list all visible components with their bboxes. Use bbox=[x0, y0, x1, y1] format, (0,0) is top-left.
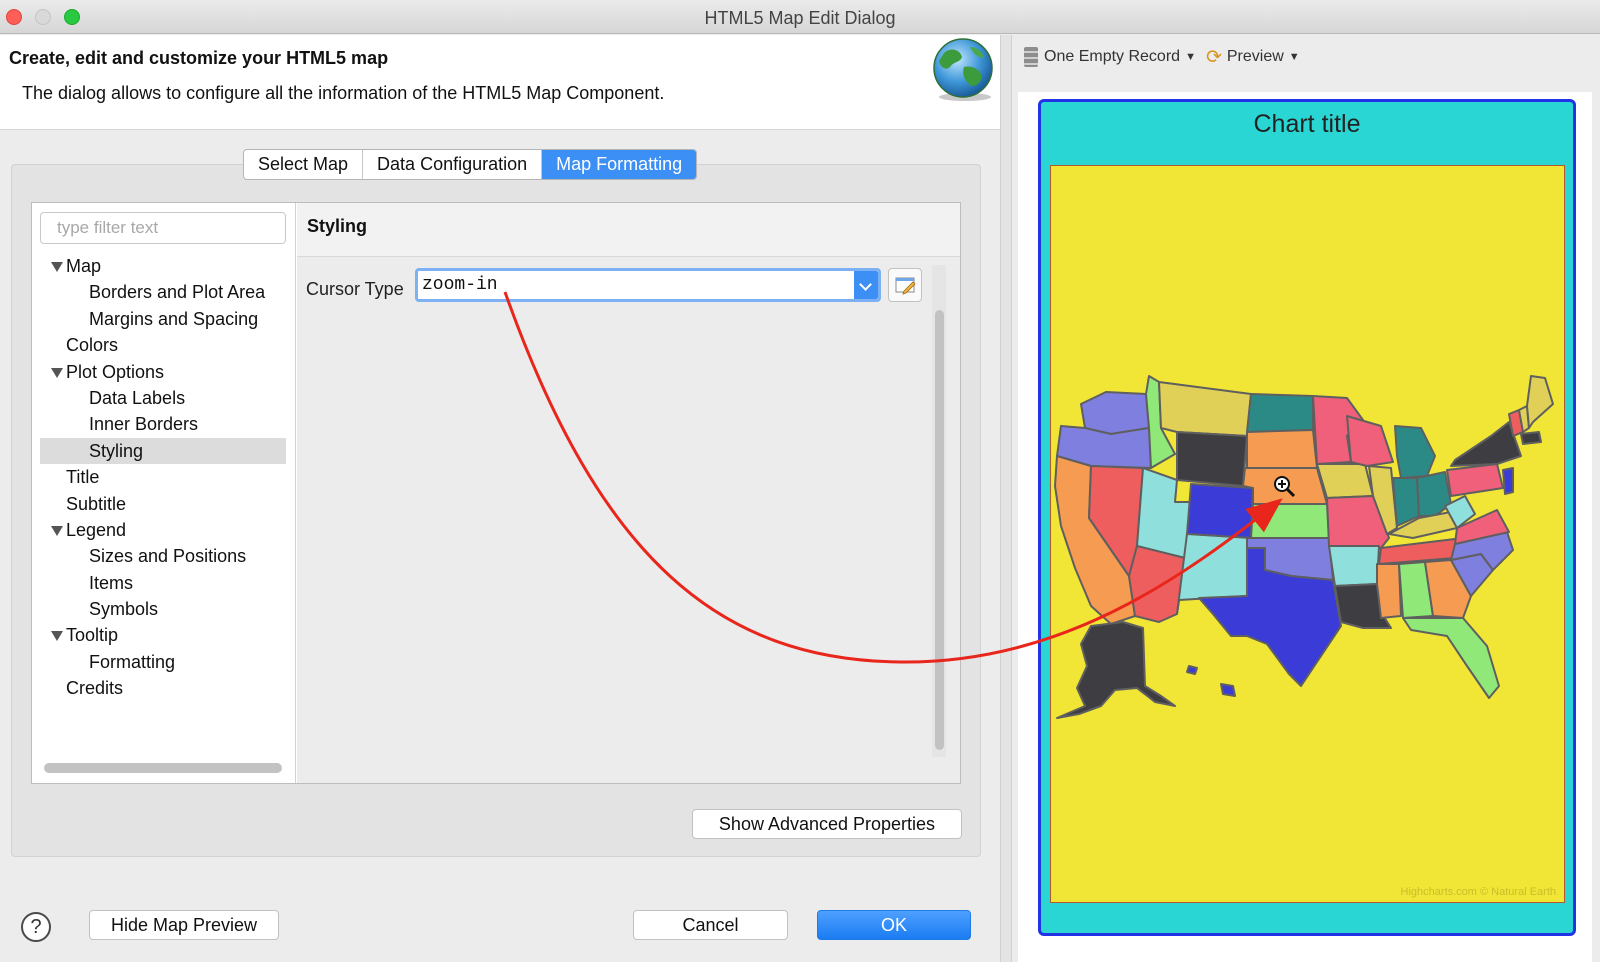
tree-item-label: Map bbox=[66, 256, 102, 276]
usa-map[interactable] bbox=[1051, 166, 1566, 904]
tree-item-borders-and-plot-area[interactable]: Borders and Plot Area bbox=[32, 279, 294, 305]
preview-toolbar: One Empty Record ▼ ⟳ Preview ▼ bbox=[1024, 45, 1310, 69]
expand-triangle-icon[interactable] bbox=[51, 525, 63, 536]
map-state-hawaii[interactable] bbox=[1220, 683, 1236, 697]
tree-item-map[interactable]: Map bbox=[32, 253, 294, 279]
property-scrollbar-thumb[interactable] bbox=[935, 310, 944, 750]
map-state-new-york[interactable] bbox=[1450, 421, 1522, 467]
map-state-colorado[interactable] bbox=[1186, 483, 1254, 539]
expand-triangle-icon[interactable] bbox=[51, 367, 63, 378]
preview-dropdown[interactable]: ⟳ Preview ▼ bbox=[1206, 46, 1300, 69]
tree-item-inner-borders[interactable]: Inner Borders bbox=[32, 411, 294, 437]
hide-map-preview-button[interactable]: Hide Map Preview bbox=[89, 910, 279, 940]
header-description: The dialog allows to configure all the i… bbox=[22, 83, 665, 103]
tree-item-colors[interactable]: Colors bbox=[32, 332, 294, 358]
map-state-iowa[interactable] bbox=[1316, 463, 1374, 499]
map-state-arkansas[interactable] bbox=[1328, 545, 1380, 587]
map-state-massachusetts[interactable] bbox=[1520, 431, 1542, 445]
globe-icon bbox=[933, 38, 993, 101]
tree-item-data-labels[interactable]: Data Labels bbox=[32, 385, 294, 411]
tree-item-legend[interactable]: Legend bbox=[32, 517, 294, 543]
window-titlebar: HTML5 Map Edit Dialog bbox=[0, 0, 1600, 34]
tab-bar: Select Map Data Configuration Map Format… bbox=[243, 149, 698, 180]
ok-button[interactable]: OK bbox=[817, 910, 971, 940]
caret-down-icon: ▼ bbox=[1185, 51, 1196, 63]
expand-triangle-icon[interactable] bbox=[51, 262, 63, 272]
plot-area[interactable]: Highcharts.com © Natural Earth bbox=[1050, 165, 1565, 903]
record-label: One Empty Record bbox=[1044, 48, 1181, 65]
tree-item-plot-options[interactable]: Plot Options bbox=[32, 359, 294, 385]
property-tree: Map Borders and Plot Area Margins and Sp… bbox=[32, 253, 294, 702]
filter-input[interactable] bbox=[40, 212, 286, 244]
show-advanced-properties-button[interactable]: Show Advanced Properties bbox=[692, 809, 962, 839]
dialog-header: Create, edit and customize your HTML5 ma… bbox=[0, 35, 1000, 130]
expand-triangle-icon[interactable] bbox=[51, 631, 63, 642]
map-state-alaska[interactable] bbox=[1056, 621, 1176, 719]
tab-map-formatting[interactable]: Map Formatting bbox=[542, 150, 697, 179]
property-editor-pane: Styling Cursor Type zoom-in bbox=[297, 203, 960, 783]
tree-horizontal-scrollbar[interactable] bbox=[44, 763, 282, 773]
map-state-north-dakota[interactable] bbox=[1246, 393, 1314, 433]
refresh-icon: ⟳ bbox=[1205, 46, 1222, 68]
property-scrollbar-track[interactable] bbox=[932, 265, 946, 757]
cursor-type-combobox[interactable]: zoom-in bbox=[415, 268, 881, 302]
map-state-mississippi[interactable] bbox=[1376, 563, 1402, 619]
tree-item-tooltip[interactable]: Tooltip bbox=[32, 622, 294, 648]
edit-expression-button[interactable] bbox=[888, 268, 922, 302]
tab-data-configuration[interactable]: Data Configuration bbox=[363, 150, 543, 179]
split-divider[interactable] bbox=[1000, 35, 1012, 962]
formatting-panel: Map Borders and Plot Area Margins and Sp… bbox=[31, 202, 961, 784]
tree-item-margins-and-spacing[interactable]: Margins and Spacing bbox=[32, 306, 294, 332]
map-state-maine[interactable] bbox=[1526, 375, 1554, 429]
map-state-washington[interactable] bbox=[1080, 391, 1150, 435]
map-state-montana[interactable] bbox=[1158, 381, 1252, 437]
tree-item-subtitle[interactable]: Subtitle bbox=[32, 491, 294, 517]
tree-item-items[interactable]: Items bbox=[32, 570, 294, 596]
tab-select-map[interactable]: Select Map bbox=[244, 150, 364, 179]
chart-title: Chart title bbox=[1253, 110, 1361, 138]
preview-label: Preview bbox=[1226, 48, 1284, 65]
section-title: Styling bbox=[307, 216, 368, 236]
tree-item-credits[interactable]: Credits bbox=[32, 675, 294, 701]
map-state-florida[interactable] bbox=[1402, 617, 1500, 699]
help-icon[interactable]: ? bbox=[21, 912, 51, 942]
property-tree-pane: Map Borders and Plot Area Margins and Sp… bbox=[32, 203, 296, 783]
map-state-kansas[interactable] bbox=[1250, 503, 1330, 539]
map-credits[interactable]: Highcharts.com © Natural Earth bbox=[1401, 886, 1556, 898]
tree-item-title[interactable]: Title bbox=[32, 464, 294, 490]
cursor-type-value[interactable]: zoom-in bbox=[422, 275, 498, 295]
tree-item-formatting[interactable]: Formatting bbox=[32, 649, 294, 675]
header-title: Create, edit and customize your HTML5 ma… bbox=[9, 48, 389, 68]
tree-item-label: Plot Options bbox=[66, 361, 165, 382]
map-state-wyoming[interactable] bbox=[1176, 431, 1248, 487]
map-state-pennsylvania[interactable] bbox=[1446, 463, 1504, 497]
map-state-michigan[interactable] bbox=[1394, 425, 1436, 479]
tree-item-label: Tooltip bbox=[66, 625, 119, 646]
record-dropdown[interactable]: One Empty Record ▼ bbox=[1024, 47, 1196, 67]
tree-item-styling[interactable]: Styling bbox=[40, 437, 286, 465]
tree-item-symbols[interactable]: Symbols bbox=[32, 596, 294, 622]
map-state-wisconsin[interactable] bbox=[1346, 415, 1394, 467]
map-chart[interactable]: Chart title Highcharts.com © Natural Ear… bbox=[1038, 99, 1576, 936]
cursor-type-label: Cursor Type bbox=[306, 279, 404, 299]
map-state-new-jersey[interactable] bbox=[1502, 467, 1514, 495]
window-title: HTML5 Map Edit Dialog bbox=[704, 8, 896, 28]
chevron-down-icon[interactable] bbox=[854, 271, 878, 299]
map-state-south-dakota[interactable] bbox=[1246, 429, 1318, 469]
map-state-indiana[interactable] bbox=[1392, 477, 1420, 527]
tree-item-sizes-and-positions[interactable]: Sizes and Positions bbox=[32, 543, 294, 569]
cancel-button[interactable]: Cancel bbox=[633, 910, 788, 940]
property-section-header: Styling bbox=[297, 203, 960, 257]
tree-item-label: Legend bbox=[66, 519, 127, 540]
pencil-edit-icon bbox=[895, 277, 916, 295]
caret-down-icon: ▼ bbox=[1288, 51, 1300, 63]
database-icon bbox=[1024, 47, 1038, 67]
map-state-hawaii-islands[interactable] bbox=[1186, 665, 1198, 675]
